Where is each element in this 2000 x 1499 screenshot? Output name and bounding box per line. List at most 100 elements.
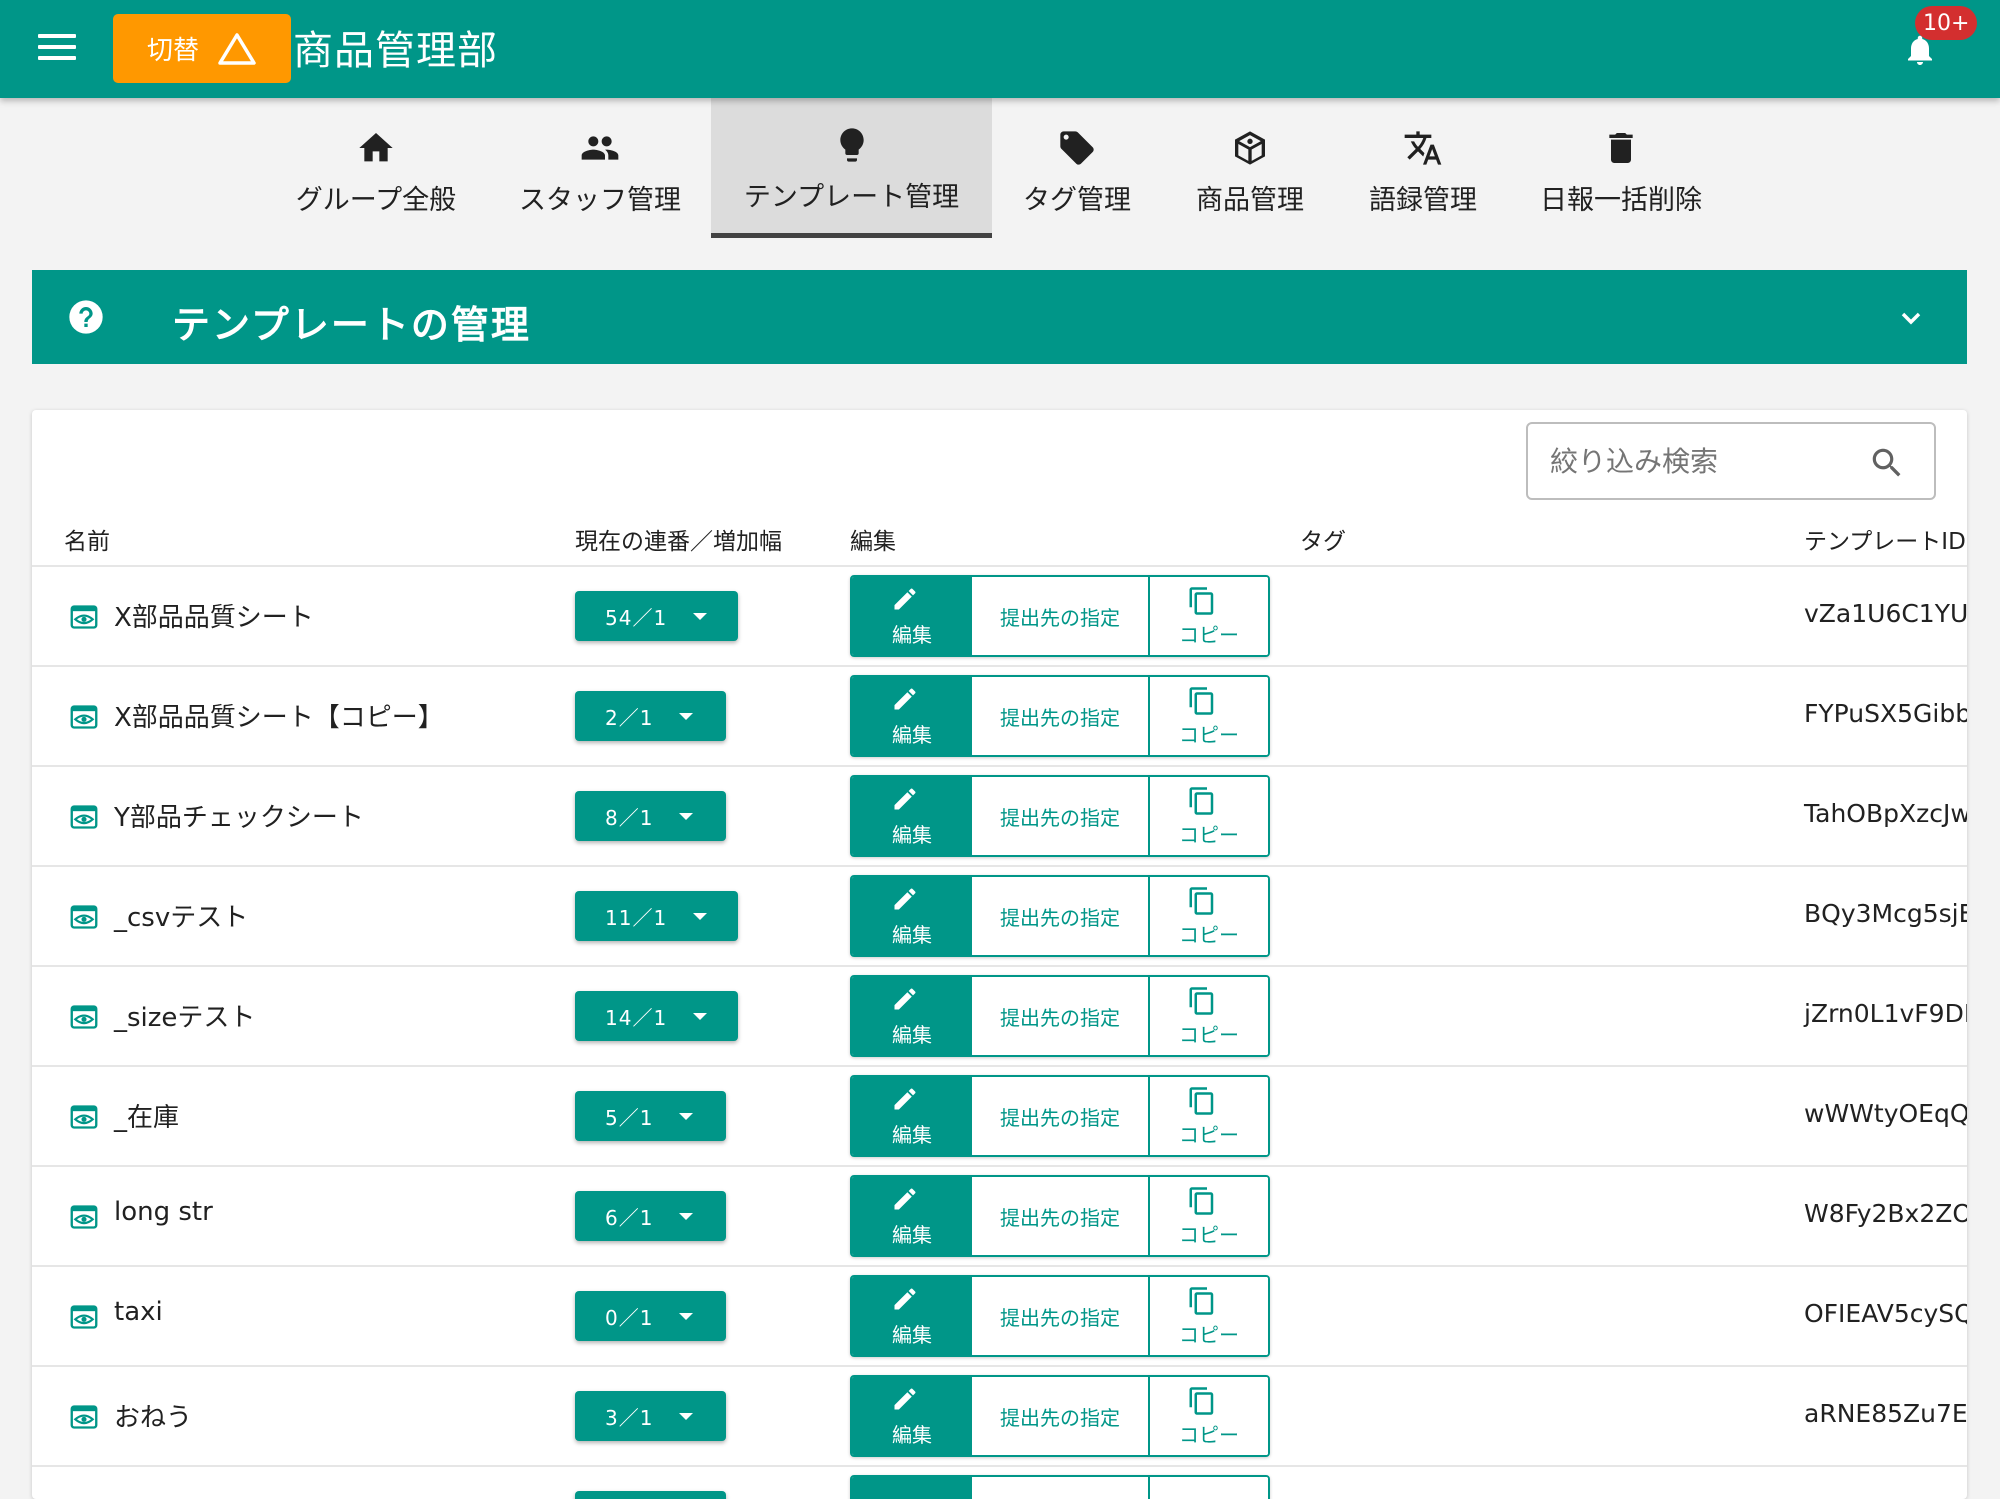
sequence-dropdown[interactable]: 54／1 — [575, 591, 738, 641]
edit-button-label: 編集 — [892, 1222, 932, 1247]
preview-eye-icon[interactable] — [70, 1403, 98, 1431]
people-icon — [581, 135, 619, 160]
copy-button[interactable]: コピー — [1150, 577, 1268, 655]
copy-icon — [1189, 986, 1214, 1015]
copy-button[interactable]: コピー — [1150, 677, 1268, 755]
template-name[interactable]: X部品品質シート — [114, 597, 314, 634]
copy-button[interactable]: コピー — [1150, 1077, 1268, 1155]
destination-button[interactable]: 提出先の指定 — [972, 777, 1150, 855]
sequence-dropdown[interactable]: 2／1 — [575, 691, 726, 741]
row-action-buttons: 編集 提出先の指定 コピー — [850, 1075, 1270, 1157]
sequence-dropdown[interactable] — [575, 1491, 726, 1499]
edit-button[interactable]: 編集 — [852, 1077, 972, 1155]
switch-button[interactable]: 切替 — [113, 14, 291, 83]
tab-glossary[interactable]: 語録管理 — [1358, 98, 1488, 238]
home-icon — [359, 132, 393, 161]
tab-tags[interactable]: タグ管理 — [1012, 98, 1142, 238]
table-row: _在庫 5／1 編集 提出先の指定 コピー wWWtyOEqQc — [32, 1067, 1967, 1167]
template-name[interactable]: _csvテスト — [114, 897, 248, 934]
template-name[interactable]: long str — [114, 1197, 213, 1227]
edit-button[interactable]: 編集 — [852, 977, 972, 1055]
copy-button[interactable]: コピー — [1150, 1277, 1268, 1355]
copy-button[interactable]: コピー — [1150, 877, 1268, 955]
preview-eye-icon[interactable] — [70, 903, 98, 931]
destination-button[interactable] — [972, 1477, 1150, 1499]
sequence-dropdown[interactable]: 6／1 — [575, 1191, 726, 1241]
preview-eye-icon[interactable] — [70, 1303, 98, 1331]
copy-button[interactable]: コピー — [1150, 1377, 1268, 1455]
search-icon[interactable] — [1868, 444, 1906, 482]
copy-icon — [1189, 1286, 1214, 1315]
hamburger-menu-icon[interactable] — [38, 34, 76, 64]
copy-button-label: コピー — [1179, 1022, 1239, 1047]
template-name[interactable]: taxi — [114, 1297, 163, 1327]
preview-eye-icon[interactable] — [70, 1003, 98, 1031]
pencil-icon — [894, 887, 916, 909]
column-header-name[interactable]: 名前 — [64, 522, 110, 556]
copy-button[interactable] — [1150, 1477, 1268, 1499]
copy-button[interactable]: コピー — [1150, 1177, 1268, 1255]
sequence-dropdown[interactable]: 11／1 — [575, 891, 738, 941]
sequence-value: 0／1 — [605, 1305, 654, 1330]
edit-button[interactable]: 編集 — [852, 1377, 972, 1455]
edit-button[interactable]: 編集 — [852, 1177, 972, 1255]
edit-button-label: 編集 — [892, 1322, 932, 1347]
edit-button[interactable]: 編集 — [852, 877, 972, 955]
preview-eye-icon[interactable] — [70, 603, 98, 631]
destination-button[interactable]: 提出先の指定 — [972, 677, 1150, 755]
column-header-sequence[interactable]: 現在の連番／増加幅 — [575, 522, 782, 556]
chevron-down-icon[interactable] — [1895, 302, 1927, 334]
edit-button[interactable]: 編集 — [852, 677, 972, 755]
template-name[interactable]: X部品品質シート【コピー】 — [114, 697, 444, 734]
template-name[interactable]: _sizeテスト — [114, 997, 255, 1034]
sequence-dropdown[interactable]: 3／1 — [575, 1391, 726, 1441]
tab-bulk-delete[interactable]: 日報一括削除 — [1531, 98, 1711, 238]
pencil-icon — [894, 1387, 916, 1409]
tab-bar: グループ全般 スタッフ管理 テンプレート管理 タグ管理 商品管理 語録管理 日報… — [0, 98, 2000, 238]
destination-button[interactable]: 提出先の指定 — [972, 1377, 1150, 1455]
destination-button[interactable]: 提出先の指定 — [972, 1177, 1150, 1255]
destination-button[interactable]: 提出先の指定 — [972, 1277, 1150, 1355]
trash-icon — [1609, 132, 1633, 163]
section-header[interactable]: テンプレートの管理 — [32, 270, 1967, 364]
preview-eye-icon[interactable] — [70, 803, 98, 831]
destination-button[interactable]: 提出先の指定 — [972, 977, 1150, 1055]
destination-button[interactable]: 提出先の指定 — [972, 1077, 1150, 1155]
preview-eye-icon[interactable] — [70, 703, 98, 731]
copy-button-label: コピー — [1179, 1322, 1239, 1347]
edit-button-label: 編集 — [892, 922, 932, 947]
destination-button[interactable]: 提出先の指定 — [972, 577, 1150, 655]
edit-button[interactable]: 編集 — [852, 577, 972, 655]
copy-button[interactable]: コピー — [1150, 777, 1268, 855]
template-name[interactable]: Y部品チェックシート — [114, 797, 364, 834]
preview-eye-icon[interactable] — [70, 1203, 98, 1231]
sequence-value: 54／1 — [605, 605, 668, 630]
preview-eye-icon[interactable] — [70, 1103, 98, 1131]
sequence-dropdown[interactable]: 5／1 — [575, 1091, 726, 1141]
sequence-value: 2／1 — [605, 705, 654, 730]
help-icon[interactable] — [66, 297, 106, 337]
pencil-icon — [894, 1187, 916, 1209]
edit-button[interactable]: 編集 — [852, 1277, 972, 1355]
tab-products[interactable]: 商品管理 — [1185, 98, 1315, 238]
copy-icon — [1189, 1186, 1214, 1215]
edit-button[interactable] — [852, 1477, 972, 1499]
search-box[interactable] — [1526, 422, 1936, 500]
sequence-value: 6／1 — [605, 1205, 654, 1230]
sequence-dropdown[interactable]: 8／1 — [575, 791, 726, 841]
tab-staff[interactable]: スタッフ管理 — [510, 98, 690, 238]
tab-label: スタッフ管理 — [519, 184, 681, 216]
copy-button[interactable]: コピー — [1150, 977, 1268, 1055]
template-name[interactable]: おねう — [114, 1397, 192, 1434]
destination-button[interactable]: 提出先の指定 — [972, 877, 1150, 955]
sequence-dropdown[interactable]: 14／1 — [575, 991, 738, 1041]
edit-button[interactable]: 編集 — [852, 777, 972, 855]
tab-template[interactable]: テンプレート管理 — [711, 98, 992, 238]
sequence-dropdown[interactable]: 0／1 — [575, 1291, 726, 1341]
copy-icon — [1189, 786, 1214, 815]
search-input[interactable] — [1550, 438, 1850, 484]
template-id: FYPuSX5Gibb — [1804, 699, 1967, 728]
column-header-template-id[interactable]: テンプレートID — [1804, 522, 1966, 556]
tab-group-general[interactable]: グループ全般 — [286, 98, 466, 238]
template-name[interactable]: _在庫 — [114, 1097, 179, 1134]
